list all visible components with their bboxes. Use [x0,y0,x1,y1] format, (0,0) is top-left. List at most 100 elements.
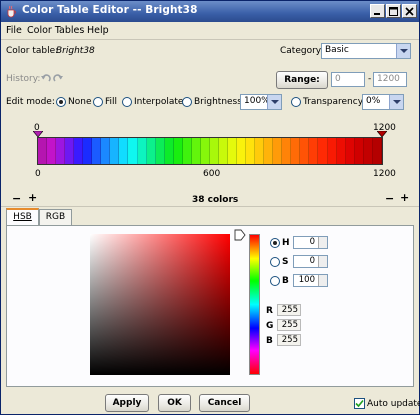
ramp-swatch[interactable] [155,138,165,164]
hue-radio[interactable] [270,238,280,248]
range-max-input[interactable]: 1200 [373,72,407,87]
ramp-swatch[interactable] [74,138,84,164]
spinner-arrows-icon[interactable] [318,256,327,267]
ramp-swatch[interactable] [218,138,228,164]
edit-mode-label: Edit mode: [6,97,55,107]
chevron-down-icon [267,95,281,109]
ramp-swatch[interactable] [345,138,355,164]
transparency-dropdown[interactable]: 0% [362,94,404,110]
ramp-swatch[interactable] [101,138,111,164]
ramp-swatch[interactable] [47,138,57,164]
ramp-swatch[interactable] [327,138,337,164]
right-zoom-in-button[interactable]: + [400,191,409,204]
edit-mode-fill-label[interactable]: Fill [105,97,117,107]
edit-mode-none-radio[interactable] [56,97,66,107]
left-zoom-in-button[interactable]: + [28,191,37,204]
maximize-icon [389,7,398,16]
hue-slider[interactable] [249,234,260,375]
transparency-radio[interactable] [291,97,301,107]
ramp-swatch[interactable] [264,138,274,164]
color-table-editor-window: Color Table Editor -- Bright38 File Colo… [0,0,420,415]
saturation-brightness-square[interactable] [90,234,230,375]
ramp-swatch[interactable] [273,138,283,164]
hue-thumb-icon[interactable] [234,229,246,242]
saturation-spinner[interactable]: 0 [293,255,328,268]
ramp-axis-label-min: 0 [35,169,41,179]
ramp-swatch[interactable] [65,138,75,164]
cancel-button[interactable]: Cancel [199,394,250,412]
right-zoom-out-button[interactable]: − [385,192,394,205]
ramp-swatch[interactable] [164,138,174,164]
redo-icon[interactable] [53,73,63,83]
edit-mode-brightness-radio[interactable] [182,97,192,107]
ok-button[interactable]: OK [158,394,191,412]
minimize-button[interactable] [370,4,385,18]
ramp-swatch[interactable] [300,138,310,164]
brightness-spinner[interactable]: 100 [293,274,328,287]
spinner-arrows-icon[interactable] [318,275,327,286]
ramp-swatch[interactable] [227,138,238,164]
history-label: History: [6,74,41,84]
ramp-swatch[interactable] [191,138,201,164]
maximize-button[interactable] [386,4,401,18]
ramp-swatch[interactable] [182,138,192,164]
category-label: Category: [280,46,324,56]
ramp-swatch[interactable] [83,138,93,164]
ramp-swatch[interactable] [237,138,247,164]
edit-mode-fill-radio[interactable] [93,97,103,107]
tab-rgb[interactable]: RGB [39,209,72,226]
auto-update-checkbox[interactable] [354,398,365,409]
blue-label: B [266,336,273,346]
ramp-swatch[interactable] [309,138,319,164]
edit-mode-none-label[interactable]: None [68,97,91,107]
ramp-swatch[interactable] [282,138,292,164]
ramp-swatch[interactable] [137,138,147,164]
ramp-swatch[interactable] [209,138,219,164]
ramp-swatch[interactable] [336,138,346,164]
ramp-swatch[interactable] [119,138,129,164]
blue-value: 255 [277,334,301,346]
close-button[interactable] [402,4,417,18]
apply-button[interactable]: Apply [105,394,149,412]
title-bar[interactable]: Color Table Editor -- Bright38 [1,1,419,22]
color-table-label: Color table: [6,46,59,56]
edit-mode-interpolate-label[interactable]: Interpolate [134,97,183,107]
ramp-swatch[interactable] [363,138,373,164]
ramp-swatch[interactable] [372,138,382,164]
range-button[interactable]: Range: [276,71,328,89]
menu-file[interactable]: File [6,25,22,36]
color-ramp[interactable] [37,137,383,165]
category-dropdown[interactable]: Basic [321,43,411,59]
undo-icon[interactable] [41,73,51,83]
red-value: 255 [277,304,301,316]
ramp-swatch[interactable] [146,138,156,164]
ramp-swatch[interactable] [291,138,301,164]
ramp-swatch[interactable] [128,138,138,164]
ramp-swatch[interactable] [38,138,48,164]
ramp-swatch[interactable] [200,138,210,164]
auto-update-label[interactable]: Auto update [367,399,420,409]
edit-mode-brightness-label[interactable]: Brightness [194,97,242,107]
ramp-swatch[interactable] [110,138,120,164]
ramp-swatch[interactable] [246,138,256,164]
brightness-radio[interactable] [270,276,280,286]
hue-spinner[interactable]: 0 [293,236,328,249]
range-min-input[interactable]: 0 [331,72,365,87]
chevron-down-icon [396,44,410,58]
brightness-dropdown[interactable]: 100% [240,94,282,110]
menu-color-tables[interactable]: Color Tables [27,25,84,36]
ramp-swatch[interactable] [255,138,265,164]
brightness-hsb-value: 100 [298,275,315,285]
ramp-swatch[interactable] [318,138,328,164]
ramp-swatch[interactable] [173,138,183,164]
ramp-swatch[interactable] [92,138,102,164]
left-zoom-out-button[interactable]: − [12,192,21,205]
spinner-arrows-icon[interactable] [318,237,327,248]
tab-hsb[interactable]: HSB [6,208,39,226]
edit-mode-interpolate-radio[interactable] [122,97,132,107]
ramp-swatch[interactable] [56,138,66,164]
ramp-swatch[interactable] [354,138,364,164]
transparency-label[interactable]: Transparency: [303,97,365,107]
menu-help[interactable]: Help [87,25,109,36]
saturation-radio[interactable] [270,257,280,267]
